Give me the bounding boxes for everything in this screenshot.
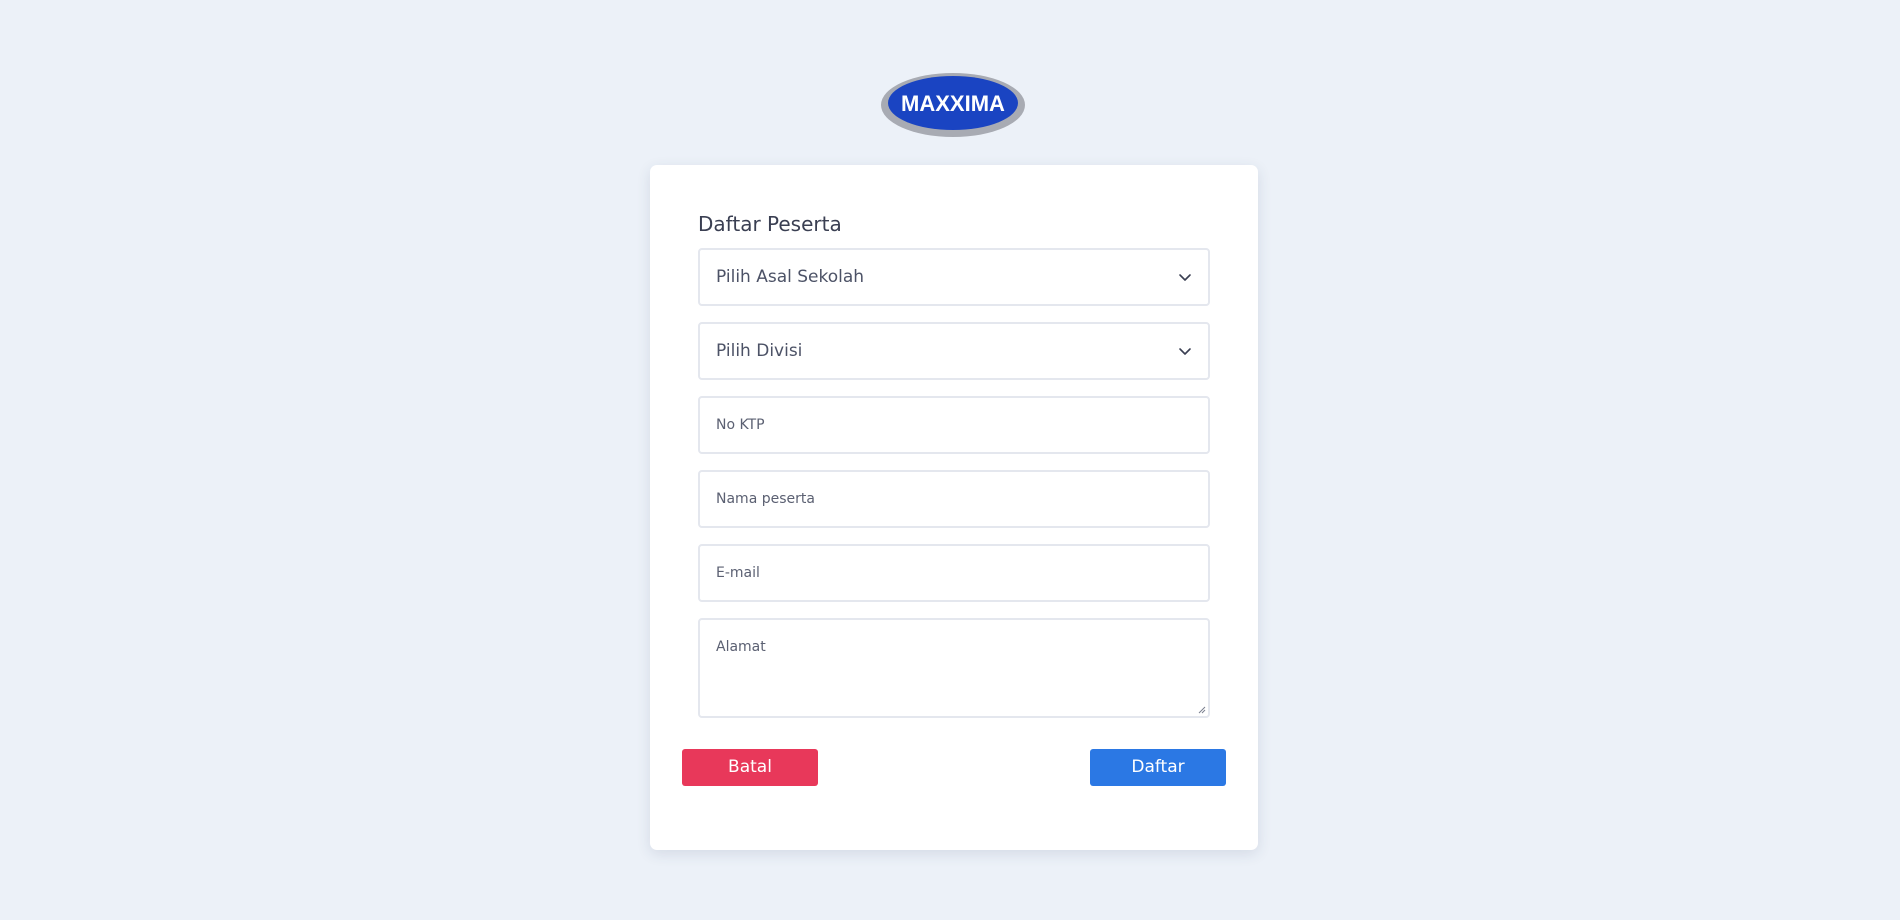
email-input[interactable]: E-mail (698, 544, 1210, 602)
division-select[interactable]: Pilih Divisi (698, 322, 1210, 380)
submit-button[interactable]: Daftar (1090, 749, 1226, 786)
address-textarea-placeholder: Alamat (716, 639, 766, 655)
logo-graphic: MAXXIMA (881, 73, 1025, 137)
form-title: Daftar Peserta (698, 212, 842, 236)
chevron-down-icon (1179, 274, 1191, 281)
email-input-placeholder: E-mail (716, 565, 760, 581)
resize-handle-icon[interactable] (1197, 705, 1206, 714)
page: MAXXIMA Daftar Peserta Pilih Asal Sekola… (0, 0, 1900, 920)
division-select-value: Pilih Divisi (716, 341, 803, 361)
maxxima-logo: MAXXIMA (881, 73, 1025, 137)
cancel-button[interactable]: Batal (682, 749, 818, 786)
logo-text: MAXXIMA (901, 91, 1005, 116)
registration-card: Daftar Peserta Pilih Asal Sekolah Pilih … (650, 165, 1258, 850)
chevron-down-icon (1179, 348, 1191, 355)
name-input-placeholder: Nama peserta (716, 491, 815, 507)
name-input[interactable]: Nama peserta (698, 470, 1210, 528)
address-textarea[interactable]: Alamat (698, 618, 1210, 718)
ktp-input[interactable]: No KTP (698, 396, 1210, 454)
ktp-input-placeholder: No KTP (716, 417, 765, 433)
school-select-value: Pilih Asal Sekolah (716, 267, 865, 287)
school-select[interactable]: Pilih Asal Sekolah (698, 248, 1210, 306)
